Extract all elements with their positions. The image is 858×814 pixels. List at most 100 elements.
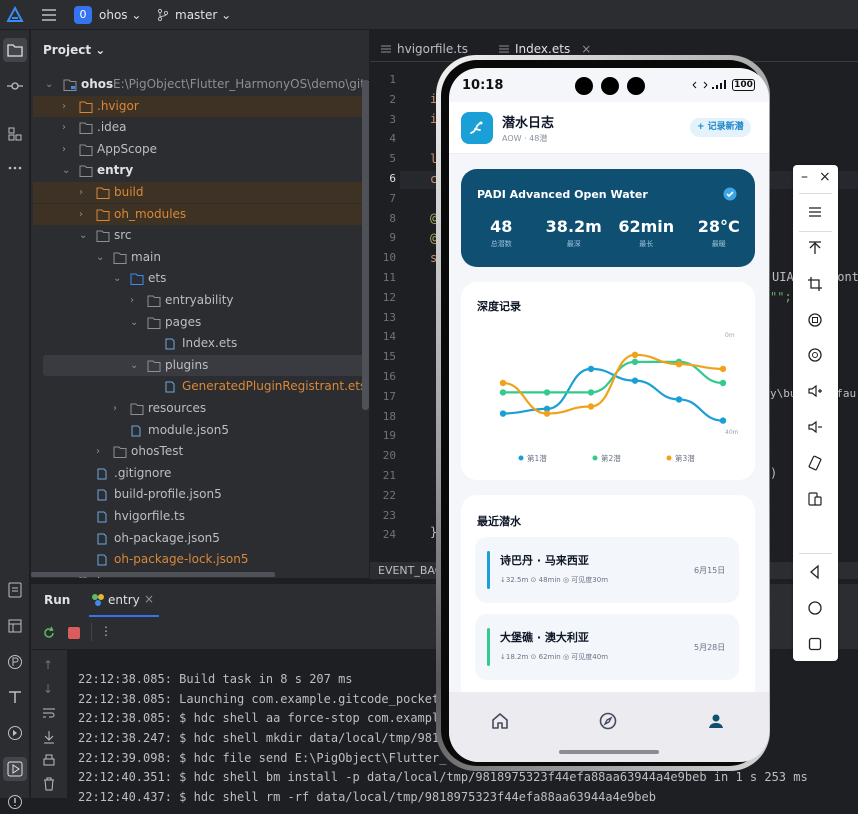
chevron-right-icon[interactable]: › xyxy=(62,139,66,160)
more-options-icon[interactable]: ⋮ xyxy=(100,624,112,638)
run-tool-icon[interactable] xyxy=(3,757,27,781)
crop-icon[interactable] xyxy=(805,274,825,294)
back-icon[interactable] xyxy=(805,562,825,582)
bottom-nav xyxy=(449,692,769,762)
tree-file[interactable]: GeneratedPluginRegistrant.ets xyxy=(33,376,369,397)
stop-icon[interactable] xyxy=(68,627,80,639)
rotate-up-icon[interactable] xyxy=(805,238,825,258)
tree-root[interactable]: ⌄ ohos E:\PigObject\Flutter_HarmonyOS\demo… xyxy=(33,74,369,95)
battery-icon: 100 xyxy=(732,79,755,91)
tree-folder[interactable]: ⌄ entry xyxy=(33,160,369,181)
tree-folder[interactable]: › oh_modules xyxy=(33,203,369,225)
home-icon[interactable] xyxy=(491,712,509,730)
terminal-tool-icon[interactable] xyxy=(3,685,27,709)
branch-switcher[interactable]: master ⌄ xyxy=(175,8,231,22)
hamburger-menu-icon[interactable] xyxy=(40,6,58,24)
project-switcher[interactable]: ohos ⌄ xyxy=(99,8,141,22)
home-indicator[interactable] xyxy=(559,750,659,754)
clear-console-icon[interactable] xyxy=(42,777,56,791)
chevron-down-icon[interactable]: ⌄ xyxy=(113,268,121,289)
volume-up-icon[interactable] xyxy=(805,381,825,401)
minimize-icon[interactable]: – xyxy=(801,169,808,185)
tree-folder[interactable]: › resources xyxy=(33,398,369,419)
chevron-down-icon[interactable]: ⌄ xyxy=(130,312,138,333)
fold-icon[interactable] xyxy=(805,489,825,509)
tree-folder[interactable]: › ohosTest xyxy=(33,441,369,462)
close-icon[interactable]: × xyxy=(819,169,831,185)
dive-item[interactable]: 大堡礁 · 澳大利亚 ↓18.2m ⊙ 62min ◎ 可见度40m 5月28日 xyxy=(475,614,739,680)
tree-folder[interactable]: ⌄ pages xyxy=(33,312,369,333)
tree-file[interactable]: oh-package.json5 xyxy=(33,528,369,549)
tab-index-ets[interactable]: Index.ets × xyxy=(498,42,591,56)
todo-tool-icon[interactable] xyxy=(3,578,27,602)
phone-screen[interactable]: 10:18 100 潜水日志 AOW · 48潜 + 记录新潜 PADI Adv… xyxy=(449,68,769,762)
close-tab-icon[interactable]: × xyxy=(581,42,591,56)
tree-file[interactable]: hvigorfile.ts xyxy=(33,506,369,527)
soft-wrap-icon[interactable] xyxy=(42,706,56,720)
project-tool-icon[interactable] xyxy=(3,38,27,62)
tree-file[interactable]: module.json5 xyxy=(33,420,369,441)
chevron-right-icon[interactable]: › xyxy=(79,182,83,203)
tree-folder[interactable]: › .hvigor xyxy=(33,95,369,117)
volume-down-icon[interactable] xyxy=(805,417,825,437)
tree-folder[interactable]: › .idea xyxy=(33,117,369,138)
chevron-right-icon[interactable]: › xyxy=(130,290,134,311)
chevron-right-icon[interactable]: › xyxy=(62,117,66,138)
close-run-tab-icon[interactable]: × xyxy=(144,592,154,606)
chevron-right-icon[interactable]: › xyxy=(113,398,117,419)
data-point xyxy=(675,396,683,403)
chevron-down-icon[interactable]: ⌄ xyxy=(62,160,70,181)
scroll-up-icon[interactable]: ↑ xyxy=(43,658,53,672)
problems-tool-icon[interactable] xyxy=(3,790,27,814)
chevron-down-icon[interactable]: ⌄ xyxy=(96,247,104,268)
menu-icon[interactable] xyxy=(805,202,825,222)
scroll-to-end-icon[interactable] xyxy=(42,730,56,744)
tree-file[interactable]: Index.ets xyxy=(33,333,369,354)
chevron-right-icon[interactable]: › xyxy=(62,96,66,117)
project-badge[interactable]: 0 xyxy=(74,6,92,24)
rotate-device-icon[interactable] xyxy=(805,453,825,473)
tree-folder[interactable]: ⌄ plugins xyxy=(43,354,365,376)
app-logo-icon[interactable] xyxy=(6,6,24,24)
tree-file[interactable]: oh-package-lock.json5 xyxy=(33,549,369,570)
data-point xyxy=(719,365,727,373)
project-panel-title[interactable]: Project ⌄ xyxy=(43,43,105,57)
line-number-gutter: 1 2 3 4 5 6 7 8 9 10 11 12 13 14 15 16 17 18 19 20 21 22 23 24 xyxy=(370,70,400,565)
tree-folder[interactable]: ⌄ ets xyxy=(33,268,369,289)
chevron-right-icon[interactable]: › xyxy=(79,204,83,225)
project-scrollbar[interactable] xyxy=(362,80,369,410)
compass-icon[interactable] xyxy=(599,712,617,730)
overview-icon[interactable] xyxy=(805,634,825,654)
tree-folder[interactable]: › build xyxy=(33,182,369,203)
layout-tool-icon[interactable] xyxy=(3,614,27,638)
more-tools-icon[interactable] xyxy=(3,156,27,180)
run-panel-title[interactable]: Run xyxy=(44,593,70,607)
chevron-right-icon[interactable]: › xyxy=(96,441,100,462)
profile-icon[interactable] xyxy=(707,712,725,730)
screenshot-icon[interactable] xyxy=(805,310,825,330)
tree-folder[interactable]: › AppScope xyxy=(33,139,369,160)
certification-card[interactable]: PADI Advanced Open Water 48 总潜数 38.2m 最深 6… xyxy=(461,169,755,267)
scroll-down-icon[interactable]: ↓ xyxy=(43,682,53,696)
chevron-down-icon[interactable]: ⌄ xyxy=(45,74,53,95)
structure-tool-icon[interactable] xyxy=(3,122,27,146)
tree-file[interactable]: .gitignore xyxy=(33,463,369,484)
tree-folder[interactable]: › entryability xyxy=(33,290,369,311)
chevron-down-icon[interactable]: ⌄ xyxy=(130,355,138,376)
services-tool-icon[interactable] xyxy=(3,721,27,745)
print-icon[interactable] xyxy=(42,754,56,768)
run-tab-entry[interactable]: entry xyxy=(108,593,140,607)
profiler-tool-icon[interactable] xyxy=(3,650,27,674)
record-icon[interactable] xyxy=(805,345,825,365)
tree-folder[interactable]: ⌄ main xyxy=(33,247,369,268)
new-record-button[interactable]: + 记录新潜 xyxy=(690,118,751,137)
tree-file[interactable]: build-profile.json5 xyxy=(33,484,369,505)
chevron-down-icon[interactable]: ⌄ xyxy=(79,225,87,246)
home-icon[interactable] xyxy=(805,598,825,618)
commit-tool-icon[interactable] xyxy=(3,74,27,98)
tab-hvigorfile[interactable]: hvigorfile.ts xyxy=(380,42,468,56)
project-h-scrollbar[interactable] xyxy=(31,572,275,577)
rerun-icon[interactable] xyxy=(42,626,56,640)
dive-item[interactable]: 诗巴丹 · 马来西亚 ↓32.5m ⊙ 48min ◎ 可见度30m 6月15日 xyxy=(475,537,739,603)
tree-folder[interactable]: ⌄ src xyxy=(33,225,369,246)
